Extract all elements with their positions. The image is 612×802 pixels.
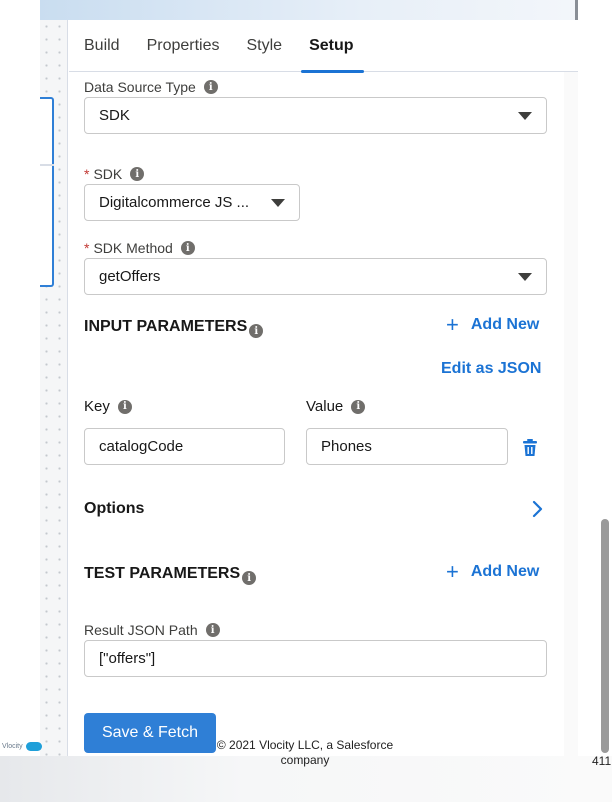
- data-source-type-label: Data Source Type i: [84, 79, 218, 95]
- data-source-type-select[interactable]: SDK: [84, 97, 547, 134]
- scrollbar-thumb[interactable]: [601, 519, 609, 753]
- info-icon[interactable]: i: [205, 623, 220, 637]
- footer-copyright: © 2021 Vlocity LLC, a Salesforce company: [216, 738, 394, 767]
- info-icon[interactable]: i: [249, 324, 264, 338]
- tab-style[interactable]: Style: [247, 20, 283, 72]
- param-key-input[interactable]: catalogCode: [84, 428, 285, 465]
- top-band: [40, 0, 578, 20]
- options-title[interactable]: Options: [84, 500, 144, 518]
- caret-down-icon: [271, 198, 285, 207]
- sdk-method-select[interactable]: getOffers: [84, 258, 547, 295]
- tab-setup[interactable]: Setup: [300, 20, 365, 73]
- value-header: Value i: [306, 398, 366, 415]
- save-fetch-button[interactable]: Save & Fetch: [84, 713, 216, 753]
- tab-properties[interactable]: Properties: [147, 20, 220, 72]
- plus-icon: +: [446, 559, 459, 584]
- canvas-divider: [40, 164, 54, 166]
- info-icon[interactable]: i: [242, 571, 257, 585]
- info-icon[interactable]: i: [351, 399, 366, 414]
- chevron-right-icon[interactable]: [532, 500, 544, 523]
- key-header: Key i: [84, 398, 132, 415]
- sdk-method-label: * SDK Method i: [84, 240, 195, 256]
- vlocity-logo: Vlocity: [2, 742, 45, 751]
- salesforce-cloud-icon: [25, 742, 42, 751]
- edit-as-json-link[interactable]: Edit as JSON: [441, 360, 541, 378]
- sdk-label: * SDK i: [84, 166, 145, 182]
- scrollbar-track[interactable]: [564, 72, 578, 756]
- trash-icon[interactable]: [522, 439, 538, 457]
- tab-build[interactable]: Build: [84, 20, 120, 72]
- tab-bar: Build Properties Style Setup: [69, 20, 578, 73]
- result-json-path-label: Result JSON Path i: [84, 622, 220, 638]
- info-icon[interactable]: i: [117, 399, 132, 414]
- test-parameters-title: TEST PARAMETERS i: [84, 563, 257, 585]
- sdk-select[interactable]: Digitalcommerce JS ...: [84, 184, 300, 221]
- canvas-selected-element[interactable]: [40, 97, 54, 287]
- page-number: 411: [592, 754, 612, 768]
- caret-down-icon: [518, 272, 532, 281]
- input-add-new-link[interactable]: + Add New: [446, 314, 539, 336]
- test-add-new-link[interactable]: + Add New: [446, 561, 539, 583]
- result-json-path-input[interactable]: ["offers"]: [84, 640, 547, 677]
- input-parameters-title: INPUT PARAMETERS i: [84, 316, 264, 338]
- plus-icon: +: [446, 312, 459, 337]
- info-icon[interactable]: i: [203, 80, 218, 94]
- caret-down-icon: [518, 111, 532, 120]
- info-icon[interactable]: i: [130, 167, 145, 181]
- info-icon[interactable]: i: [180, 241, 195, 255]
- param-value-input[interactable]: Phones: [306, 428, 508, 465]
